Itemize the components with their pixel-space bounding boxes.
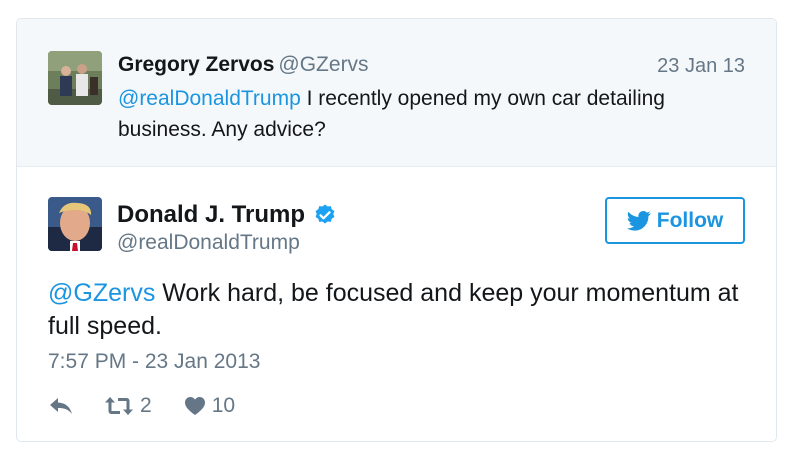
author-avatar[interactable]	[48, 197, 102, 251]
follow-button[interactable]: Follow	[605, 197, 745, 244]
parent-avatar[interactable]	[48, 51, 102, 105]
reply-icon	[50, 398, 72, 414]
reply-button[interactable]	[48, 396, 74, 416]
parent-mention-link[interactable]: @realDonaldTrump	[118, 87, 301, 110]
tweet-embed-card: Gregory Zervos @GZervs 23 Jan 13 @realDon…	[16, 18, 777, 442]
like-count: 10	[211, 394, 236, 417]
parent-author[interactable]: Gregory Zervos @GZervs	[118, 53, 369, 77]
retweet-count: 2	[140, 394, 152, 417]
tweet-text: @GZervs Work hard, be focused and keep y…	[48, 277, 748, 343]
like-button[interactable]: 10	[184, 394, 235, 418]
parent-date[interactable]: 23 Jan 13	[657, 55, 745, 78]
parent-author-name[interactable]: Gregory Zervos	[118, 53, 274, 76]
parent-tweet-text: @realDonaldTrump I recently opened my ow…	[118, 83, 738, 145]
author-name-line[interactable]: Donald J. Trump	[117, 201, 337, 229]
bird-icon	[626, 210, 651, 231]
retweet-button[interactable]: 2	[104, 394, 152, 418]
tweet-actions: 2 10	[48, 391, 235, 421]
parent-tweet[interactable]: Gregory Zervos @GZervs 23 Jan 13 @realDon…	[17, 19, 776, 167]
author-handle[interactable]: @realDonaldTrump	[117, 231, 300, 255]
parent-author-handle[interactable]: @GZervs	[278, 53, 368, 76]
follow-label: Follow	[656, 208, 724, 232]
heart-icon	[184, 397, 205, 415]
author-name[interactable]: Donald J. Trump	[117, 201, 305, 229]
verified-badge-icon	[315, 204, 335, 224]
mention-link[interactable]: @GZervs	[48, 279, 155, 307]
retweet-icon	[105, 397, 133, 415]
tweet-timestamp[interactable]: 7:57 PM - 23 Jan 2013	[48, 350, 260, 374]
